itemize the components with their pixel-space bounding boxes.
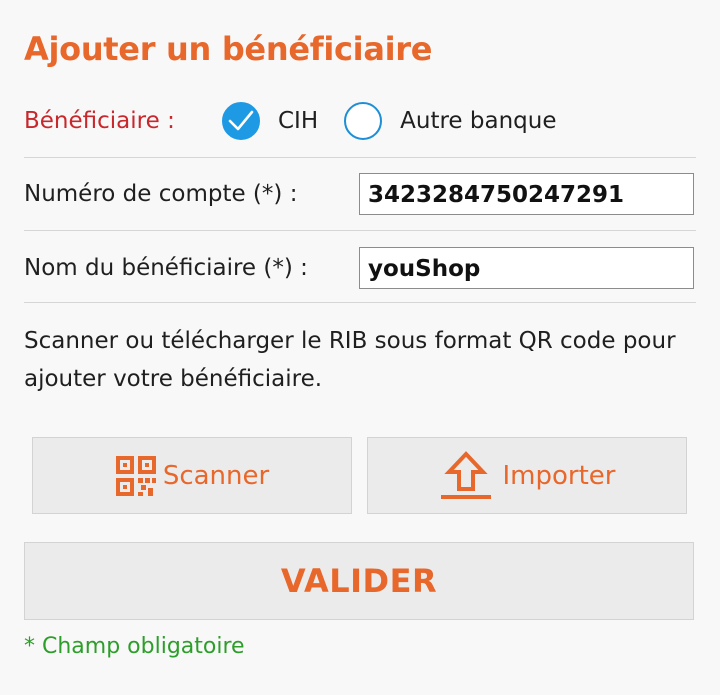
mandatory-field-note: * Champ obligatoire (24, 634, 245, 659)
scan-button-label: Scanner (162, 460, 270, 491)
validate-button[interactable]: VALIDER (24, 542, 694, 620)
checkmark-icon (228, 110, 254, 131)
radio-unchecked-icon[interactable] (344, 102, 383, 140)
import-button-label: Importer (502, 460, 616, 491)
beneficiary-type-label: Bénéficiaire : (24, 108, 175, 134)
qr-instructions-text: Scanner ou télécharger le RIB sous forma… (24, 328, 676, 392)
radio-cih[interactable]: CIH (222, 102, 318, 140)
radio-autre-banque[interactable]: Autre banque (344, 102, 556, 140)
beneficiary-type-row: Bénéficiaire : CIH Autre banque (24, 96, 696, 146)
divider (24, 302, 696, 303)
account-number-input[interactable] (359, 173, 694, 215)
account-number-label: Numéro de compte (*) : (24, 181, 298, 207)
beneficiary-name-row: Nom du bénéficiaire (*) : (24, 246, 696, 290)
divider (24, 157, 696, 158)
qr-code-icon (115, 455, 157, 497)
divider (24, 230, 696, 231)
beneficiary-name-input[interactable] (359, 247, 694, 289)
radio-cih-label: CIH (278, 108, 319, 134)
beneficiary-name-label: Nom du bénéficiaire (*) : (24, 255, 308, 281)
radio-checked-icon[interactable] (222, 102, 260, 140)
upload-arrow-icon (439, 450, 493, 501)
import-button[interactable]: Importer (367, 437, 687, 514)
radio-autre-banque-label: Autre banque (400, 108, 557, 134)
page-title: Ajouter un bénéficiaire (24, 30, 433, 68)
account-number-row: Numéro de compte (*) : (24, 172, 696, 216)
scan-button[interactable]: Scanner (32, 437, 352, 514)
